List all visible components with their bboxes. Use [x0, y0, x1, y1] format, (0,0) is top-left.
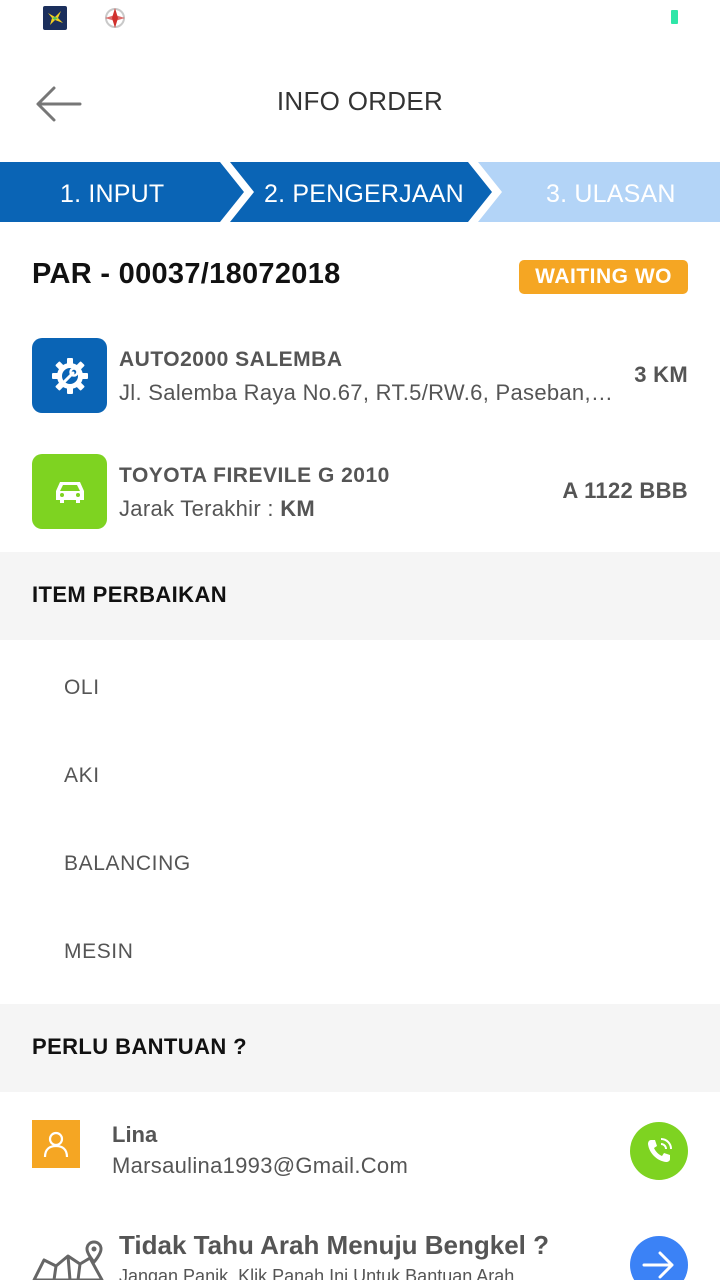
- battery-icon: [671, 10, 678, 24]
- order-id: PAR - 00037/18072018: [32, 258, 341, 290]
- last-distance-label: Jarak Terakhir :: [119, 496, 281, 521]
- map-pin-icon: [32, 1240, 104, 1280]
- app-notification-icon: [43, 6, 67, 30]
- call-button[interactable]: [630, 1122, 688, 1180]
- car-icon: [32, 454, 107, 529]
- repair-item-mesin: MESIN: [64, 940, 134, 963]
- vehicle-card[interactable]: TOYOTA FIREVILE G 2010 Jarak Terakhir : …: [32, 454, 688, 530]
- order-stepper: 1. INPUT 2. PENGERJAAN 3. ULASAN: [0, 162, 720, 222]
- status-bar: [0, 0, 720, 40]
- repair-section-header: ITEM PERBAIKAN: [0, 552, 720, 640]
- repair-item-oli: OLI: [64, 676, 100, 699]
- last-distance-unit: KM: [280, 496, 316, 521]
- directions-card: Tidak Tahu Arah Menuju Bengkel ? Jangan …: [32, 1228, 688, 1280]
- arrow-right-icon: [642, 1251, 674, 1279]
- phone-icon: [648, 1138, 672, 1162]
- directions-subtitle: Jangan Panik, Klik Panah Ini Untuk Bantu…: [119, 1266, 515, 1280]
- vehicle-name: TOYOTA FIREVILE G 2010: [119, 464, 390, 487]
- app-header: INFO ORDER: [0, 60, 720, 144]
- status-badge: WAITING WO: [519, 260, 688, 294]
- help-section-header: PERLU BANTUAN ?: [0, 1004, 720, 1092]
- page-title: INFO ORDER: [276, 86, 444, 116]
- step-input[interactable]: 1. INPUT: [60, 162, 164, 222]
- help-section-title: PERLU BANTUAN ?: [32, 1034, 247, 1059]
- directions-title: Tidak Tahu Arah Menuju Bengkel ?: [119, 1230, 550, 1260]
- order-summary: PAR - 00037/18072018 WAITING WO: [32, 252, 688, 302]
- workshop-distance: 3 KM: [634, 362, 688, 387]
- repair-item-balancing: BALANCING: [64, 852, 191, 875]
- step-pengerjaan[interactable]: 2. PENGERJAAN: [264, 162, 464, 222]
- contact-name: Lina: [112, 1122, 158, 1147]
- repair-section-title: ITEM PERBAIKAN: [32, 582, 228, 607]
- step-ulasan[interactable]: 3. ULASAN: [546, 162, 676, 222]
- vehicle-last-distance: Jarak Terakhir : KM: [119, 496, 619, 522]
- vehicle-plate: A 1122 BBB: [562, 478, 688, 503]
- contact-email: Marsaulina1993@Gmail.Com: [112, 1153, 409, 1178]
- app-notification-icon-2: [102, 5, 128, 31]
- workshop-card[interactable]: AUTO2000 SALEMBA Jl. Salemba Raya No.67,…: [32, 338, 688, 414]
- contact-card: Lina Marsaulina1993@Gmail.Com: [32, 1120, 688, 1180]
- user-icon: [32, 1120, 80, 1168]
- gear-wrench-icon: [32, 338, 107, 413]
- directions-button[interactable]: [630, 1236, 688, 1280]
- workshop-name: AUTO2000 SALEMBA: [119, 348, 343, 371]
- workshop-address: Jl. Salemba Raya No.67, RT.5/RW.6, Paseb…: [119, 380, 619, 405]
- repair-item-aki: AKI: [64, 764, 100, 787]
